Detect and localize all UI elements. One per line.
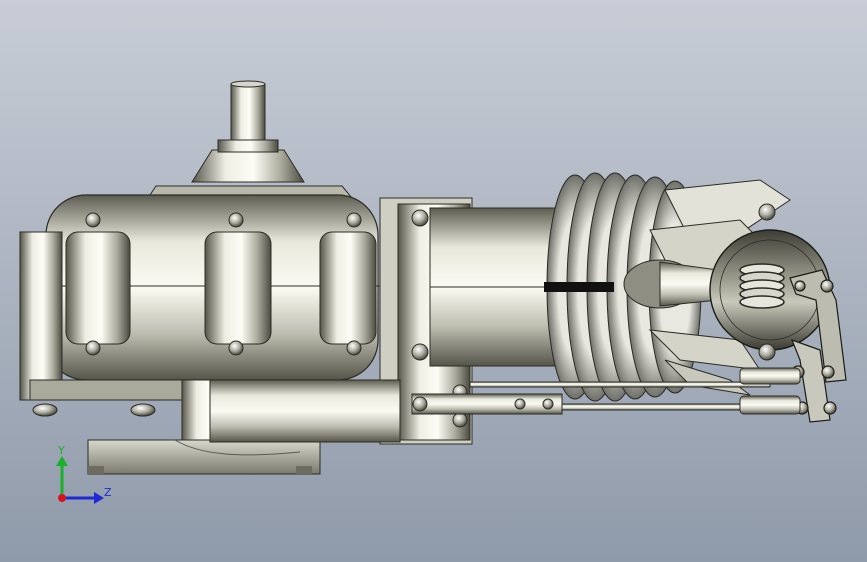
x-axis-dot: [58, 494, 66, 502]
base-plate: [87, 439, 321, 475]
cad-viewport[interactable]: Y Z: [0, 0, 867, 562]
z-axis-label: Z: [104, 486, 112, 499]
y-axis-label: Y: [57, 444, 65, 457]
valve-spring: [739, 263, 785, 309]
output-shaft: [230, 80, 266, 147]
model-view[interactable]: Y Z: [0, 0, 867, 562]
